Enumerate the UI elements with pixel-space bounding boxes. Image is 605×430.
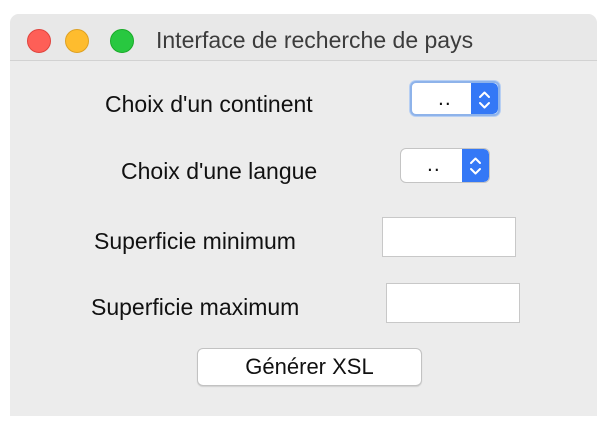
area-min-field	[382, 217, 516, 257]
generate-xsl-button[interactable]: Générer XSL	[197, 348, 422, 386]
continent-select-value: ..	[438, 87, 452, 110]
area-min-input[interactable]	[383, 218, 515, 256]
title-bar: Interface de recherche de pays	[10, 14, 597, 61]
area-max-field	[386, 283, 520, 323]
area-max-input[interactable]	[387, 284, 519, 322]
minimize-icon[interactable]	[65, 29, 89, 53]
continent-label: Choix d'un continent	[105, 91, 313, 117]
window-title: Interface de recherche de pays	[156, 27, 474, 53]
up-down-chevron-icon	[462, 149, 489, 182]
area-min-label: Superficie minimum	[94, 228, 296, 254]
area-max-label: Superficie maximum	[91, 294, 300, 320]
language-label: Choix d'une langue	[121, 158, 318, 184]
up-down-chevron-icon	[471, 83, 498, 114]
language-select[interactable]: ..	[400, 148, 490, 183]
close-icon[interactable]	[27, 29, 51, 53]
zoom-icon[interactable]	[110, 29, 134, 53]
app-window: Interface de recherche de pays Choix d'u…	[10, 14, 597, 416]
language-select-value: ..	[427, 153, 441, 176]
continent-select[interactable]: ..	[410, 81, 500, 116]
